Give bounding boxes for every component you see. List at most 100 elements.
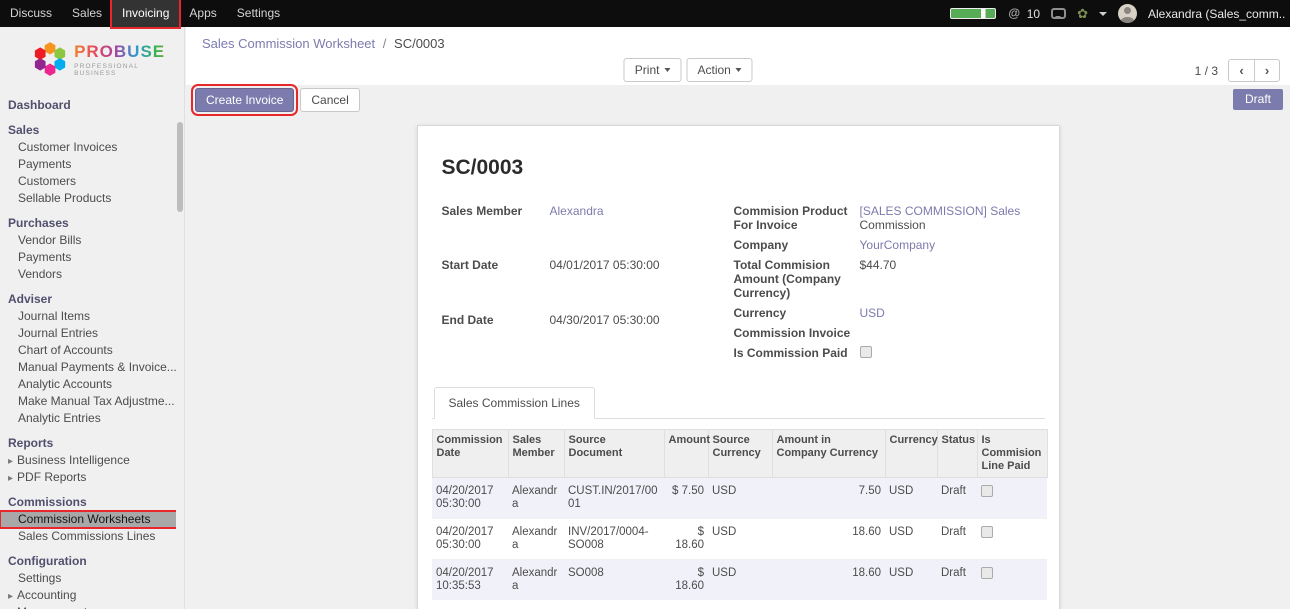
sidebar-item-commission-worksheets[interactable]: Commission Worksheets [0,511,178,528]
top-navigation-bar: Discuss Sales Invoicing Apps Settings 10… [0,0,1290,27]
chevron-down-icon[interactable] [1099,12,1107,16]
expand-arrow-icon [8,605,17,609]
company-logo[interactable]: PROBUSE PROFESSIONAL BUSINESS [0,27,184,89]
sidebar-section-configuration[interactable]: Configuration [0,551,178,570]
menu-apps[interactable]: Apps [179,0,226,27]
record-title: SC/0003 [442,156,1035,180]
control-panel-buttons: Print Action [624,58,753,82]
tab-sales-commission-lines[interactable]: Sales Commission Lines [434,387,595,419]
sidebar-item-customer-invoices[interactable]: Customer Invoices [0,139,178,156]
sidebar-item-make-manual-tax-adjustment[interactable]: Make Manual Tax Adjustme... [0,393,178,410]
sales-member-label: Sales Member [442,204,542,218]
commission-product-value[interactable]: [SALES COMMISSION] Sales Commission [860,204,1036,232]
sidebar-item-vendor-bills[interactable]: Vendor Bills [0,232,178,249]
cancel-button[interactable]: Cancel [300,88,359,112]
sidebar-item-sellable-products[interactable]: Sellable Products [0,190,178,207]
line-paid-checkbox[interactable] [981,526,993,538]
line-paid-checkbox[interactable] [981,567,993,579]
col-currency: Currency [885,430,937,478]
logo-tagline: PROFESSIONAL BUSINESS [74,63,178,77]
sidebar-section-commissions[interactable]: Commissions [0,492,178,511]
usage-progress-indicator [950,8,996,19]
chevron-down-icon [664,68,670,72]
col-is-commission-line-paid: Is Commision Line Paid [977,430,1047,478]
left-field-group: Sales Member Alexandra Start Date 04/01/… [442,204,734,361]
messages-icon[interactable] [1051,8,1066,19]
commission-lines-table: Commission Date Sales Member Source Docu… [432,429,1048,600]
user-menu[interactable]: Alexandra (Sales_comm... [1148,7,1286,21]
form-statusbar: Create Invoice Cancel Draft [186,85,1290,115]
sales-member-value[interactable]: Alexandra [550,204,734,218]
pager-previous-button[interactable] [1228,59,1254,82]
right-field-group: Commision Product For Invoice [SALES COM… [734,204,1036,361]
sidebar-item-analytic-accounts[interactable]: Analytic Accounts [0,376,178,393]
form-sheet: SC/0003 Sales Member Alexandra Start Dat… [417,125,1060,609]
print-dropdown-button[interactable]: Print [624,58,682,82]
expand-arrow-icon [8,588,17,602]
sidebar-item-analytic-entries[interactable]: Analytic Entries [0,410,178,427]
table-row[interactable]: 04/20/2017 10:35:53 Alexandra SO008 $ 18… [432,560,1047,601]
sidebar-scrollbar [176,54,184,609]
expand-arrow-icon [8,453,17,467]
sidebar-item-journal-entries[interactable]: Journal Entries [0,325,178,342]
sidebar-item-payments-sales[interactable]: Payments [0,156,178,173]
table-row[interactable]: 04/20/2017 05:30:00 Alexandra INV/2017/0… [432,519,1047,560]
table-header-row: Commission Date Sales Member Source Docu… [432,430,1047,478]
col-source-currency: Source Currency [708,430,772,478]
menu-sales[interactable]: Sales [62,0,112,27]
sidebar-item-journal-items[interactable]: Journal Items [0,308,178,325]
avatar[interactable] [1118,4,1137,23]
field-groups: Sales Member Alexandra Start Date 04/01/… [442,204,1045,361]
pager-next-button[interactable] [1254,59,1280,82]
notebook: Sales Commission Lines Commission Date S… [432,387,1045,609]
chevron-down-icon [736,68,742,72]
table-row[interactable]: 04/20/2017 05:30:00 Alexandra CUST.IN/20… [432,478,1047,519]
breadcrumb-parent-link[interactable]: Sales Commission Worksheet [202,36,375,51]
sidebar-item-customers[interactable]: Customers [0,173,178,190]
sidebar-section-purchases[interactable]: Purchases [0,213,178,232]
activities-icon[interactable] [1007,6,1022,21]
sidebar-item-vendors[interactable]: Vendors [0,266,178,283]
sidebar-section-dashboard[interactable]: Dashboard [0,95,178,114]
sidebar-section-sales[interactable]: Sales [0,120,178,139]
company-label: Company [734,238,852,252]
sidebar-item-business-intelligence[interactable]: Business Intelligence [0,452,178,469]
commission-invoice-value [860,326,1036,339]
currency-value[interactable]: USD [860,306,1036,320]
sidebar-item-management[interactable]: Management [0,604,178,609]
col-status: Status [937,430,977,478]
pager-position: 1 / 3 [1195,64,1218,78]
logo-hexagons-icon [34,39,66,79]
sidebar-scrollbar-thumb[interactable] [177,122,183,212]
end-date-value: 04/30/2017 05:30:00 [550,313,734,327]
sidebar-section-adviser[interactable]: Adviser [0,289,178,308]
breadcrumb: Sales Commission Worksheet / SC/0003 [202,36,445,51]
is-commission-paid-checkbox[interactable] [860,346,872,358]
sidebar-section-reports[interactable]: Reports [0,433,178,452]
sidebar-item-settings[interactable]: Settings [0,570,178,587]
create-invoice-button[interactable]: Create Invoice [195,88,294,112]
col-sales-member: Sales Member [508,430,564,478]
control-panel: Sales Commission Worksheet / SC/0003 Pri… [186,27,1290,85]
sidebar-item-sales-commissions-lines[interactable]: Sales Commissions Lines [0,528,178,545]
company-value[interactable]: YourCompany [860,238,1036,252]
status-badge[interactable]: Draft [1233,89,1283,110]
main-area: Sales Commission Worksheet / SC/0003 Pri… [186,27,1290,609]
col-source-document: Source Document [564,430,664,478]
menu-discuss[interactable]: Discuss [0,0,62,27]
debug-icon[interactable]: ✿ [1077,7,1088,20]
record-pager: 1 / 3 [1195,59,1280,82]
logo-text: PROBUSE [74,42,178,62]
sidebar-item-payments-purchases[interactable]: Payments [0,249,178,266]
sidebar-item-accounting[interactable]: Accounting [0,587,178,604]
systray: 10 ✿ Alexandra (Sales_comm... [950,4,1290,23]
sidebar-item-chart-of-accounts[interactable]: Chart of Accounts [0,342,178,359]
line-paid-checkbox[interactable] [981,485,993,497]
sidebar-item-manual-payments-invoice[interactable]: Manual Payments & Invoice... [0,359,178,376]
start-date-label: Start Date [442,258,542,272]
menu-settings[interactable]: Settings [227,0,290,27]
menu-invoicing[interactable]: Invoicing [112,0,179,27]
action-dropdown-button[interactable]: Action [686,58,752,82]
activities-count: 10 [1027,7,1040,21]
sidebar-item-pdf-reports[interactable]: PDF Reports [0,469,178,486]
